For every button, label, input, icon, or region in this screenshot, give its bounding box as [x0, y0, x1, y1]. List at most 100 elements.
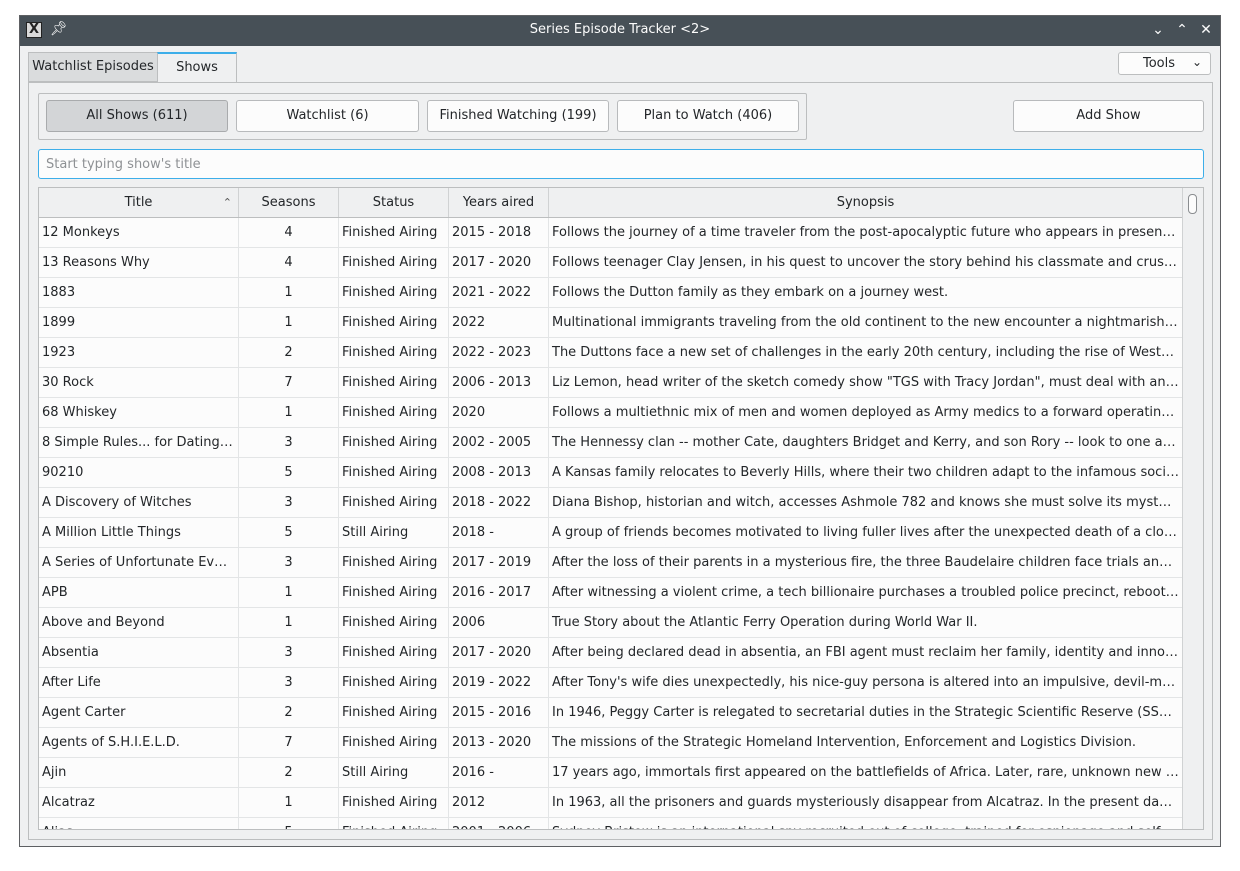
cell-years-aired: 2017 - 2020	[449, 248, 549, 278]
vertical-scrollbar[interactable]	[1182, 188, 1203, 829]
cell-seasons: 5	[239, 518, 339, 548]
table-row[interactable]: 90210 5 Finished Airing 2008 - 2013 A Kansas…	[39, 458, 1183, 488]
cell-years-aired: 2019 - 2022	[449, 668, 549, 698]
table-row[interactable]: Agent Carter 2 Finished Airing 2015 - 2016 I…	[39, 698, 1183, 728]
cell-seasons: 3	[239, 638, 339, 668]
filter-finished-watching-button[interactable]: Finished Watching (199)	[427, 100, 609, 132]
cell-title: 13 Reasons Why	[39, 248, 239, 278]
cell-seasons: 3	[239, 488, 339, 518]
cell-seasons: 4	[239, 248, 339, 278]
cell-status: Finished Airing	[339, 488, 449, 518]
cell-years-aired: 2018 -	[449, 518, 549, 548]
cell-seasons: 1	[239, 398, 339, 428]
cell-title: 90210	[39, 458, 239, 488]
cell-title: Absentia	[39, 638, 239, 668]
table-row[interactable]: 12 Monkeys 4 Finished Airing 2015 - 2018 Fol…	[39, 218, 1183, 248]
cell-years-aired: 2016 - 2017	[449, 578, 549, 608]
cell-years-aired: 2015 - 2018	[449, 218, 549, 248]
add-show-button[interactable]: Add Show	[1013, 100, 1204, 132]
cell-status: Finished Airing	[339, 818, 449, 829]
app-window: X 📌︎ Series Episode Tracker <2> ⌄ ⌃ ✕ Wa…	[19, 15, 1221, 847]
column-header-years-aired[interactable]: Years aired	[449, 188, 549, 217]
scrollbar-thumb[interactable]	[1188, 194, 1197, 214]
cell-title: 68 Whiskey	[39, 398, 239, 428]
cell-seasons: 7	[239, 728, 339, 758]
cell-title: 30 Rock	[39, 368, 239, 398]
table-row[interactable]: A Discovery of Witches 3 Finished Airing 20…	[39, 488, 1183, 518]
cell-title: 1923	[39, 338, 239, 368]
cell-synopsis: A Kansas family relocates to Beverly Hil…	[549, 458, 1183, 488]
filter-group: All Shows (611) Watchlist (6) Finished W…	[38, 93, 807, 140]
window-title: Series Episode Tracker <2>	[529, 22, 711, 37]
cell-synopsis: Follows a multiethnic mix of men and wom…	[549, 398, 1183, 428]
filter-watchlist-button[interactable]: Watchlist (6)	[236, 100, 419, 132]
cell-synopsis: The missions of the Strategic Homeland I…	[549, 728, 1183, 758]
table-row[interactable]: A Series of Unfortunate Events 3 Finished …	[39, 548, 1183, 578]
cell-synopsis: After being declared dead in absentia, a…	[549, 638, 1183, 668]
search-input[interactable]	[38, 149, 1204, 179]
cell-synopsis: After Tony's wife dies unexpectedly, his…	[549, 668, 1183, 698]
cell-synopsis: Follows the Dutton family as they embark…	[549, 278, 1183, 308]
cell-status: Finished Airing	[339, 638, 449, 668]
cell-status: Finished Airing	[339, 428, 449, 458]
cell-seasons: 1	[239, 278, 339, 308]
table-row[interactable]: After Life 3 Finished Airing 2019 - 2022 Aft…	[39, 668, 1183, 698]
cell-title: 8 Simple Rules... for Dating My Teenage …	[39, 428, 239, 458]
cell-years-aired: 2020	[449, 398, 549, 428]
cell-status: Still Airing	[339, 518, 449, 548]
cell-synopsis: Follows the journey of a time traveler f…	[549, 218, 1183, 248]
cell-status: Finished Airing	[339, 368, 449, 398]
cell-years-aired: 2018 - 2022	[449, 488, 549, 518]
filter-all-shows-button[interactable]: All Shows (611)	[46, 100, 228, 132]
cell-status: Finished Airing	[339, 548, 449, 578]
cell-title: A Discovery of Witches	[39, 488, 239, 518]
table-row[interactable]: APB 1 Finished Airing 2016 - 2017 After witn…	[39, 578, 1183, 608]
table-row[interactable]: Ajin 2 Still Airing 2016 -17 years ago, imm…	[39, 758, 1183, 788]
title-bar[interactable]: X 📌︎ Series Episode Tracker <2> ⌄ ⌃ ✕	[20, 16, 1220, 46]
table-row[interactable]: 1923 2 Finished Airing 2022 - 2023 The Dutto…	[39, 338, 1183, 368]
table-row[interactable]: Alcatraz 1 Finished Airing 2012 In 1963, all…	[39, 788, 1183, 818]
table-row[interactable]: 13 Reasons Why 4 Finished Airing 2017 - 202…	[39, 248, 1183, 278]
table-row[interactable]: Alias5Finished Airing2001 - 2006Sydney B…	[39, 818, 1183, 829]
cell-seasons: 2	[239, 698, 339, 728]
minimize-icon[interactable]: ⌄	[1148, 20, 1168, 40]
cell-status: Finished Airing	[339, 698, 449, 728]
shows-table[interactable]: Title ⌃ Seasons Status Years aired Synop…	[38, 187, 1204, 830]
table-row[interactable]: Above and Beyond 1 Finished Airing 2006 True…	[39, 608, 1183, 638]
cell-synopsis: Liz Lemon, head writer of the sketch com…	[549, 368, 1183, 398]
filter-plan-to-watch-button[interactable]: Plan to Watch (406)	[617, 100, 799, 132]
tab-watchlist-episodes[interactable]: Watchlist Episodes	[28, 52, 158, 82]
cell-status: Finished Airing	[339, 218, 449, 248]
cell-status: Finished Airing	[339, 788, 449, 818]
column-header-status[interactable]: Status	[339, 188, 449, 217]
cell-status: Finished Airing	[339, 578, 449, 608]
table-row[interactable]: 30 Rock 7 Finished Airing 2006 - 2013 Liz Le…	[39, 368, 1183, 398]
cell-seasons: 3	[239, 428, 339, 458]
column-header-seasons[interactable]: Seasons	[239, 188, 339, 217]
table-row[interactable]: Agents of S.H.I.E.L.D. 7 Finished Airing 20…	[39, 728, 1183, 758]
cell-years-aired: 2012	[449, 788, 549, 818]
cell-years-aired: 2022 - 2023	[449, 338, 549, 368]
cell-years-aired: 2008 - 2013	[449, 458, 549, 488]
cell-synopsis: After the loss of their parents in a mys…	[549, 548, 1183, 578]
close-icon[interactable]: ✕	[1196, 20, 1216, 40]
cell-status: Finished Airing	[339, 608, 449, 638]
table-row[interactable]: 1899 1 Finished Airing 2022 Multinational im…	[39, 308, 1183, 338]
tools-label: Tools	[1143, 56, 1176, 71]
cell-status: Finished Airing	[339, 248, 449, 278]
column-header-synopsis[interactable]: Synopsis	[549, 188, 1183, 217]
column-header-title[interactable]: Title ⌃	[39, 188, 239, 217]
table-row[interactable]: A Million Little Things 5 Still Airing 2018…	[39, 518, 1183, 548]
tools-dropdown[interactable]: Tools ⌄	[1118, 52, 1211, 75]
table-row[interactable]: 68 Whiskey 1 Finished Airing 2020 Follows a …	[39, 398, 1183, 428]
cell-synopsis: Multinational immigrants traveling from …	[549, 308, 1183, 338]
cell-years-aired: 2015 - 2016	[449, 698, 549, 728]
cell-synopsis: The Hennessy clan -- mother Cate, daught…	[549, 428, 1183, 458]
table-row[interactable]: 1883 1 Finished Airing 2021 - 2022 Follows t…	[39, 278, 1183, 308]
sort-ascending-icon: ⌃	[222, 196, 232, 209]
table-row[interactable]: 8 Simple Rules... for Dating My Teenage …	[39, 428, 1183, 458]
table-row[interactable]: Absentia 3 Finished Airing 2017 - 2020 After…	[39, 638, 1183, 668]
tab-shows[interactable]: Shows	[157, 52, 237, 83]
maximize-icon[interactable]: ⌃	[1172, 20, 1192, 40]
cell-synopsis: A group of friends becomes motivated to …	[549, 518, 1183, 548]
